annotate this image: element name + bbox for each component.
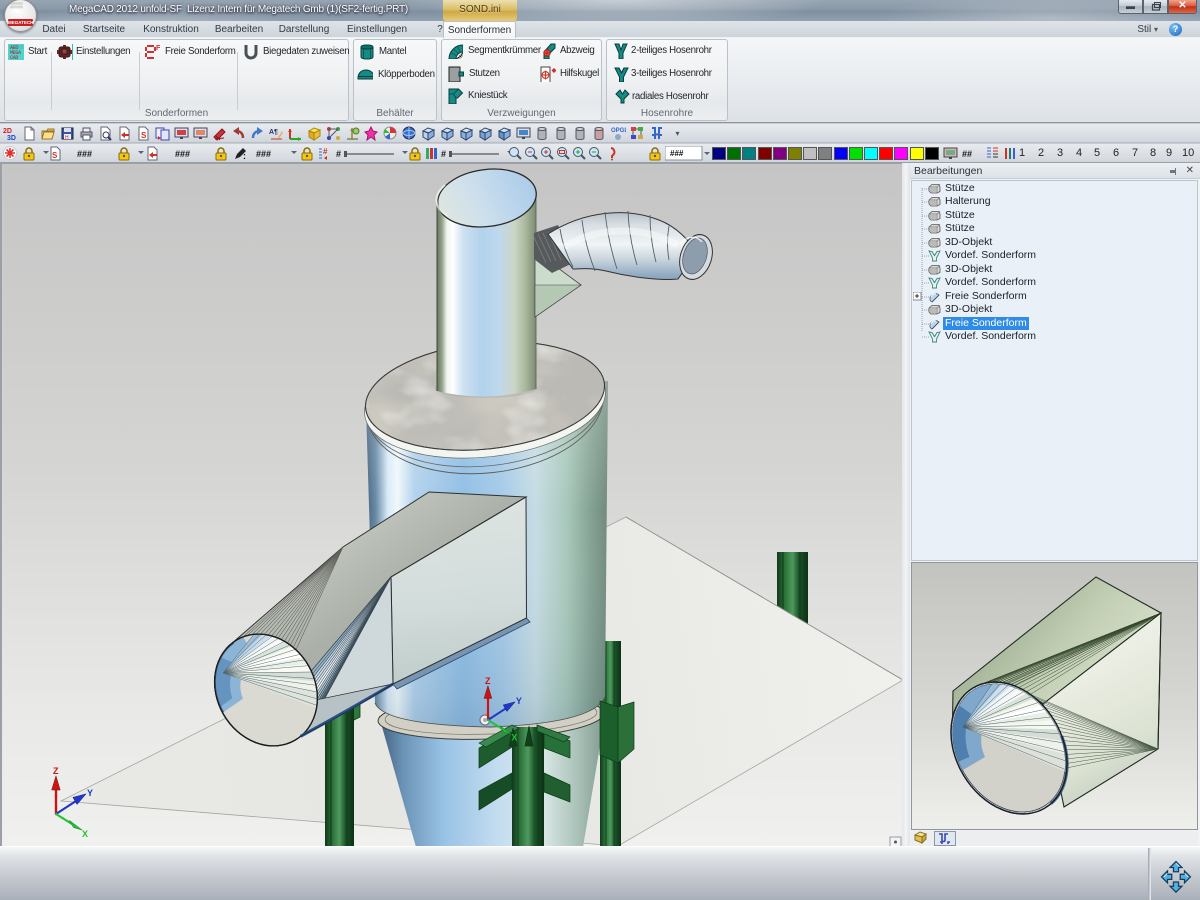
svg-text::: : bbox=[243, 151, 246, 161]
svg-text:Z: Z bbox=[485, 676, 491, 686]
svg-text:S: S bbox=[52, 151, 58, 160]
svg-text:###: ### bbox=[175, 149, 190, 159]
svg-text:###: ### bbox=[670, 149, 684, 158]
svg-text:CAD: CAD bbox=[10, 55, 18, 60]
svg-text:##: ## bbox=[962, 149, 972, 159]
svg-text:3D: 3D bbox=[7, 135, 16, 141]
svg-text:X: X bbox=[511, 733, 517, 743]
svg-text:OPGL: OPGL bbox=[611, 128, 626, 134]
svg-text:#: # bbox=[336, 149, 341, 159]
svg-text:###: ### bbox=[77, 149, 92, 159]
svg-text:#: # bbox=[323, 147, 328, 156]
svg-text:2D: 2D bbox=[3, 128, 12, 135]
svg-text:H: H bbox=[65, 135, 69, 141]
svg-text:#: # bbox=[441, 149, 446, 159]
svg-text:A¶: A¶ bbox=[269, 129, 278, 136]
svg-text:Y: Y bbox=[516, 696, 522, 706]
svg-text:X: X bbox=[82, 829, 88, 839]
svg-text:Y: Y bbox=[87, 788, 93, 798]
svg-text:F: F bbox=[156, 45, 160, 52]
svg-text:S: S bbox=[141, 131, 147, 140]
svg-text:###: ### bbox=[256, 149, 271, 159]
svg-text:Z: Z bbox=[53, 766, 59, 776]
